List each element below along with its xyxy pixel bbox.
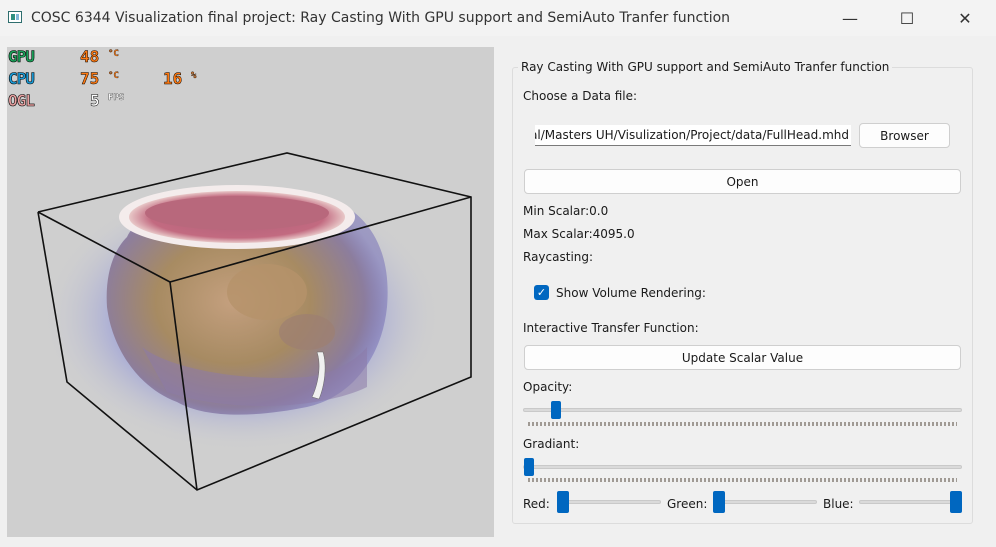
max-scalar-label: Max Scalar:4095.0 [523,227,635,241]
file-path-text: rial/Masters UH/Visulization/Project/dat… [535,128,849,142]
green-slider-handle[interactable] [713,491,725,513]
blue-slider-track[interactable] [859,500,962,504]
raycasting-label: Raycasting: [523,250,594,264]
hud-fps-value: 5 [90,91,100,111]
opacity-label: Opacity: [523,380,573,394]
opacity-slider-ticks [528,422,957,426]
show-volume-label: Show Volume Rendering: [556,286,706,300]
hud-cpu-unit: °C [108,71,119,81]
opacity-slider-track[interactable] [523,408,962,412]
gradient-slider-ticks [528,478,957,482]
green-slider-track[interactable] [713,500,817,504]
maximize-button[interactable]: ☐ [884,0,930,36]
red-slider-track[interactable] [557,500,661,504]
hud-cpu-usage-unit: % [191,71,197,81]
hud-cpu-label: CPU [8,69,36,89]
green-label: Green: [667,497,708,511]
gradient-label: Gradiant: [523,437,580,451]
hud-fps-unit: FPS [108,93,125,103]
window-title: COSC 6344 Visualization final project: R… [31,10,731,26]
browse-button[interactable]: Browser [859,123,950,148]
opacity-slider-handle[interactable] [550,401,561,419]
file-path-field[interactable]: rial/Masters UH/Visulization/Project/dat… [535,125,851,146]
update-scalar-button[interactable]: Update Scalar Value [524,345,961,370]
blue-label: Blue: [823,497,854,511]
app-icon [8,11,22,23]
blue-slider-handle[interactable] [950,491,962,513]
close-icon: ✕ [958,8,972,28]
group-title: Ray Casting With GPU support and SemiAut… [518,60,893,74]
red-label: Red: [523,497,550,511]
render-viewport[interactable]: GPU 48 °C CPU 75 °C 16 % OGL 5 FPS [7,47,494,537]
hud-cpu-temp: 75 [80,69,100,89]
min-scalar-label: Min Scalar:0.0 [523,204,609,218]
volume-rendering [37,152,472,491]
open-button[interactable]: Open [524,169,961,194]
transfer-function-label: Interactive Transfer Function: [523,321,699,335]
red-slider-handle[interactable] [557,491,569,513]
hud-gpu-label: GPU [8,47,36,66]
hud-cpu-usage: 16 [163,69,183,89]
title-bar: COSC 6344 Visualization final project: R… [0,0,996,36]
maximize-icon: ☐ [899,8,915,28]
choose-file-label: Choose a Data file: [523,89,638,103]
minimize-icon: — [842,8,858,28]
hud-gpu-unit: °C [108,49,119,59]
gradient-slider-track[interactable] [523,465,962,469]
show-volume-checkbox[interactable]: ✓ [534,285,549,300]
minimize-button[interactable]: — [827,0,873,36]
gradient-slider-handle[interactable] [524,458,534,476]
hud-ogl-label: OGL [8,91,36,111]
hud-gpu-temp: 48 [80,47,100,66]
close-button[interactable]: ✕ [942,0,988,36]
